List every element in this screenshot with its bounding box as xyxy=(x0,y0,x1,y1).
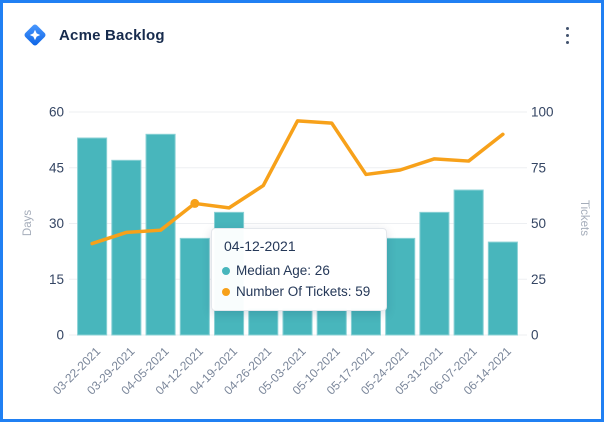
acme-backlog-card: Acme Backlog 0015253050457560100DaysTick… xyxy=(0,0,604,422)
y-right-tick-label: 0 xyxy=(531,328,539,343)
y-right-tick-label: 25 xyxy=(531,272,546,287)
chart-tooltip: 04-12-2021 Median Age: 26 Number Of Tick… xyxy=(211,228,387,311)
y-right-axis-name: Tickets xyxy=(578,200,590,236)
y-left-axis-name: Days xyxy=(22,210,34,236)
tooltip-item-tickets: Number Of Tickets: 59 xyxy=(222,284,374,299)
bar-median-age[interactable] xyxy=(180,238,209,335)
tooltip-date: 04-12-2021 xyxy=(224,238,374,254)
y-right-tick-label: 75 xyxy=(531,160,546,175)
y-left-tick-label: 30 xyxy=(49,216,64,231)
hovered-point-marker[interactable] xyxy=(190,199,199,208)
bar-median-age[interactable] xyxy=(146,134,175,335)
bar-median-age[interactable] xyxy=(317,309,346,335)
bar-median-age[interactable] xyxy=(78,138,107,335)
tooltip-item-text: Number Of Tickets: 59 xyxy=(236,284,370,299)
overflow-menu-button[interactable] xyxy=(556,22,578,48)
app-title: Acme Backlog xyxy=(59,27,165,44)
bar-median-age[interactable] xyxy=(112,160,141,335)
app-logo-icon xyxy=(22,22,48,48)
y-left-tick-label: 15 xyxy=(49,272,64,287)
kebab-dot xyxy=(566,41,569,44)
card-header: Acme Backlog xyxy=(22,20,590,50)
tooltip-item-median-age: Median Age: 26 xyxy=(222,263,374,278)
y-right-tick-label: 100 xyxy=(531,105,554,120)
tickets-dot xyxy=(222,288,230,296)
bar-median-age[interactable] xyxy=(488,242,517,335)
bar-median-age[interactable] xyxy=(351,309,380,335)
bar-median-age[interactable] xyxy=(454,190,483,335)
bar-median-age[interactable] xyxy=(386,238,415,335)
y-right-tick-label: 50 xyxy=(531,216,546,231)
y-left-tick-label: 45 xyxy=(49,160,64,175)
kebab-dot xyxy=(566,34,569,37)
backlog-combo-chart[interactable]: 0015253050457560100DaysTickets03-22-2021… xyxy=(0,0,604,422)
y-left-tick-label: 60 xyxy=(49,105,64,120)
tooltip-item-text: Median Age: 26 xyxy=(236,263,330,278)
y-left-tick-label: 0 xyxy=(56,328,64,343)
bar-median-age[interactable] xyxy=(249,309,278,335)
kebab-dot xyxy=(566,27,569,30)
median-age-dot xyxy=(222,267,230,275)
bar-median-age[interactable] xyxy=(283,309,312,335)
bar-median-age[interactable] xyxy=(420,212,449,335)
